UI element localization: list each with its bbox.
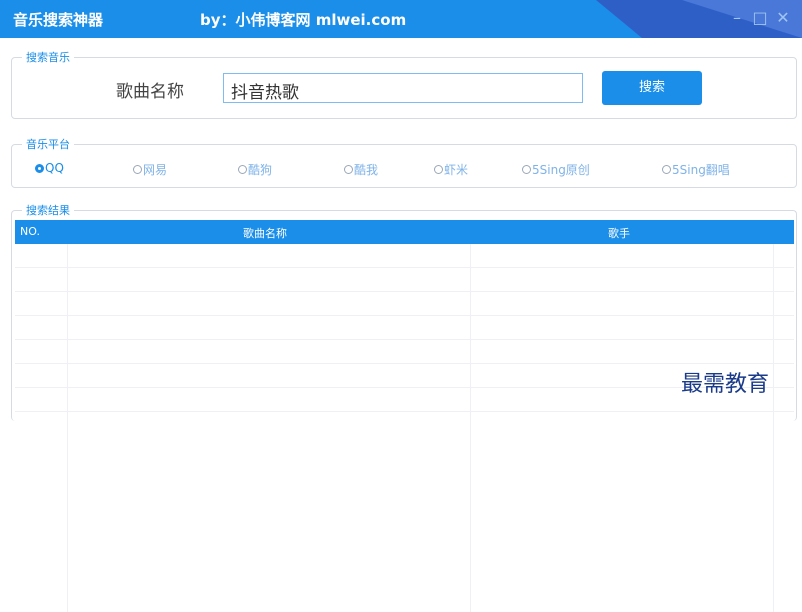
radio-label: QQ [45, 161, 64, 175]
song-name-label: 歌曲名称 [116, 82, 184, 102]
radio-label: 5Sing原创 [532, 163, 590, 177]
results-group-title: 搜索结果 [22, 202, 74, 218]
minimize-button[interactable]: – [728, 8, 746, 28]
results-group: 搜索结果 NO. 歌曲名称 歌手 [11, 202, 797, 612]
table-row[interactable] [15, 316, 794, 340]
radio-dot-icon [522, 165, 531, 174]
table-row[interactable] [15, 340, 794, 364]
radio-label: 虾米 [444, 163, 469, 177]
search-button[interactable]: 搜索 [602, 71, 702, 105]
platform-group-title: 音乐平台 [22, 136, 74, 152]
radio-5sing-cover[interactable]: 5Sing翻唱 [662, 161, 730, 178]
radio-qq[interactable]: QQ [35, 161, 64, 175]
titlebar-decoration-left [596, 0, 642, 38]
radio-dot-icon [344, 165, 353, 174]
search-group: 搜索音乐 歌曲名称 抖音热歌 搜索 [11, 49, 797, 119]
radio-dot-icon [434, 165, 443, 174]
app-subtitle: by：小伟博客网 mlwei.com [200, 11, 407, 29]
watermark-text: 最需教育 [681, 372, 770, 397]
app-title: 音乐搜索神器 [13, 11, 104, 29]
column-header-no[interactable]: NO. [20, 225, 40, 238]
platform-group: 音乐平台 QQ 网易 酷狗 酷我 虾米 5Sing原创 5Sing翻唱 [11, 136, 797, 188]
table-row[interactable] [15, 388, 794, 412]
radio-label: 网易 [143, 163, 168, 177]
column-header-singer[interactable]: 歌手 [608, 225, 630, 241]
table-row[interactable] [15, 268, 794, 292]
radio-kugou[interactable]: 酷狗 [238, 161, 272, 178]
radio-xiami[interactable]: 虾米 [434, 161, 468, 178]
radio-5sing-original[interactable]: 5Sing原创 [522, 161, 590, 178]
radio-label: 5Sing翻唱 [672, 163, 730, 177]
radio-dot-icon [133, 165, 142, 174]
table-row[interactable] [15, 364, 794, 388]
radio-label: 酷我 [354, 163, 379, 177]
table-header: NO. 歌曲名称 歌手 [15, 220, 794, 244]
results-table[interactable]: NO. 歌曲名称 歌手 [15, 220, 794, 612]
title-bar[interactable]: 音乐搜索神器 by：小伟博客网 mlwei.com – □ ✕ [0, 0, 802, 38]
radio-netease[interactable]: 网易 [133, 161, 167, 178]
song-name-input[interactable]: 抖音热歌 [223, 73, 583, 103]
radio-dot-icon [238, 165, 247, 174]
table-row[interactable] [15, 292, 794, 316]
column-header-song[interactable]: 歌曲名称 [243, 225, 287, 241]
search-group-title: 搜索音乐 [22, 49, 74, 65]
radio-label: 酷狗 [248, 163, 273, 177]
table-row[interactable] [15, 244, 794, 268]
radio-dot-icon [662, 165, 671, 174]
radio-dot-icon [35, 163, 44, 173]
maximize-button[interactable]: □ [751, 8, 769, 28]
radio-kuwo[interactable]: 酷我 [344, 161, 378, 178]
close-button[interactable]: ✕ [774, 8, 792, 28]
